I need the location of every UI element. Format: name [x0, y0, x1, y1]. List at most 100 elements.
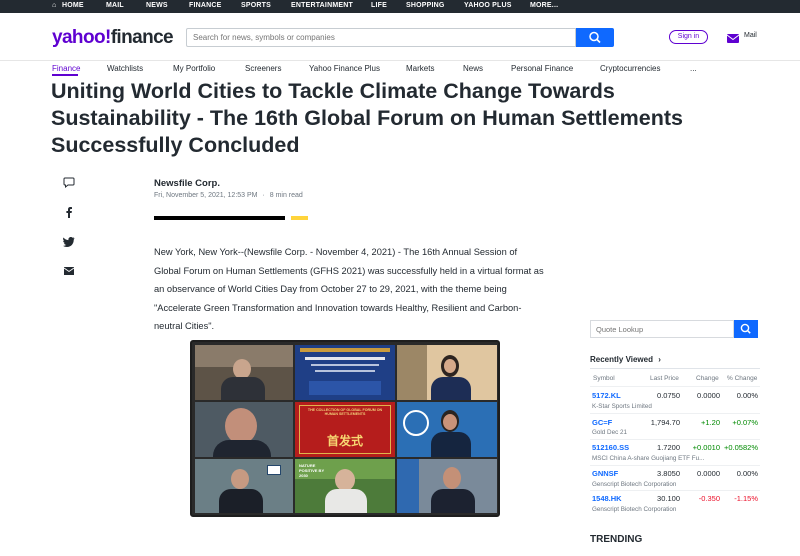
row-symbol[interactable]: 1548.HK [592, 494, 622, 503]
topbar-yahoo-plus[interactable]: YAHOO PLUS [464, 2, 512, 9]
ceremony-banner-text: THE COLLECTION OF GLOBAL FORUM ON HUMAN … [307, 408, 383, 416]
email-share-icon[interactable] [63, 266, 75, 276]
quote-lookup-button[interactable] [734, 320, 758, 338]
article-image: THE COLLECTION OF GLOBAL FORUM ON HUMAN … [190, 340, 500, 517]
mail-link[interactable]: Mail [744, 32, 757, 39]
row-symbol[interactable]: 5172.KL [592, 391, 621, 400]
nav-yahoo-finance-plus[interactable]: Yahoo Finance Plus [309, 64, 380, 73]
divider [590, 386, 760, 387]
quote-lookup-input[interactable] [590, 320, 734, 338]
divider [590, 368, 760, 369]
row-change: +0.0010 [692, 443, 720, 452]
trending-heading: TRENDING [590, 534, 643, 545]
nature-tile: NATURE POSITIVE BY 2030 [295, 459, 395, 513]
row-percent-change: +0.07% [732, 418, 758, 427]
recently-viewed-heading[interactable]: Recently Viewed › [590, 355, 661, 364]
row-company-name: Genscript Biotech Corporation [592, 506, 677, 513]
nav-watchlists[interactable]: Watchlists [107, 64, 143, 73]
site-header: yahoo!finance Sign in Mail [0, 13, 800, 61]
home-icon[interactable]: ⌂ [52, 2, 56, 9]
row-percent-change: 0.00% [736, 469, 758, 478]
topbar-life[interactable]: LIFE [371, 2, 387, 9]
nav-finance[interactable]: Finance [52, 64, 80, 73]
article-title: Uniting World Cities to Tackle Climate C… [51, 79, 683, 157]
divider [590, 465, 760, 466]
article-date: Fri, November 5, 2021, 12:53 PM [154, 192, 258, 199]
row-change: +1.20 [701, 418, 720, 427]
column-symbol: Symbol [593, 375, 615, 382]
nav-screeners[interactable]: Screeners [245, 64, 281, 73]
sign-in-button[interactable]: Sign in [669, 30, 708, 44]
row-symbol[interactable]: 512160.SS [592, 443, 629, 452]
participant-tile [397, 345, 497, 400]
nav-markets[interactable]: Markets [406, 64, 434, 73]
row-percent-change: +0.0582% [724, 443, 758, 452]
participant-tile [397, 402, 497, 457]
top-navigation-bar: ⌂ HOME MAIL NEWS FINANCE SPORTS ENTERTAI… [0, 0, 800, 13]
row-change: 0.0000 [697, 391, 720, 400]
topbar-entertainment[interactable]: ENTERTAINMENT [291, 2, 353, 9]
divider [590, 490, 760, 491]
nature-text: NATURE POSITIVE BY 2030 [299, 463, 325, 478]
recently-viewed-label: Recently Viewed [590, 355, 653, 364]
row-change: -0.350 [698, 494, 720, 503]
row-price: 1.7200 [657, 443, 680, 452]
article-body: New York, New York--(Newsfile Corp. - No… [154, 247, 544, 332]
search-input[interactable] [186, 28, 576, 47]
nav-personal-finance[interactable]: Personal Finance [511, 64, 573, 73]
topbar-home[interactable]: HOME [62, 2, 84, 9]
row-symbol[interactable]: GC=F [592, 418, 612, 427]
logo-yahoo-text: yahoo! [52, 27, 111, 48]
row-company-name: Gold Dec 21 [592, 429, 628, 436]
search-icon [740, 323, 751, 334]
row-price: 1,794.70 [650, 418, 680, 427]
ceremony-tile: THE COLLECTION OF GLOBAL FORUM ON HUMAN … [295, 402, 395, 457]
row-price: 3.8050 [657, 469, 680, 478]
nav-active-indicator [52, 74, 78, 76]
divider [590, 439, 760, 440]
nav-cryptocurrencies[interactable]: Cryptocurrencies [600, 64, 660, 73]
byline-divider [154, 216, 285, 220]
participant-tile [195, 345, 293, 400]
divider [590, 413, 760, 414]
row-percent-change: 0.00% [736, 391, 758, 400]
nav-more[interactable]: ... [690, 64, 697, 73]
row-price: 0.0750 [657, 391, 680, 400]
participant-tile [397, 459, 497, 513]
search-button[interactable] [576, 28, 614, 47]
facebook-icon[interactable] [63, 206, 75, 218]
row-company-name: K-Star Sports Limited [592, 403, 652, 410]
logo-finance-text: finance [110, 27, 174, 48]
search-icon [589, 31, 601, 44]
twitter-icon[interactable] [63, 236, 75, 247]
article-author[interactable]: Newsfile Corp. [154, 178, 220, 189]
topbar-mail[interactable]: MAIL [106, 2, 124, 9]
topbar-sports[interactable]: SPORTS [241, 2, 271, 9]
participant-tile [195, 459, 293, 513]
topbar-news[interactable]: NEWS [146, 2, 168, 9]
topbar-shopping[interactable]: SHOPPING [406, 2, 445, 9]
column-change: Change [696, 375, 719, 382]
participant-tile [195, 402, 293, 457]
row-percent-change: -1.15% [734, 494, 758, 503]
article-meta: Fri, November 5, 2021, 12:53 PM · 8 min … [154, 192, 303, 199]
mail-icon[interactable] [726, 31, 740, 44]
chevron-right-icon: › [658, 355, 661, 364]
column-last-price: Last Price [650, 375, 679, 382]
column-percent-change: % Change [727, 375, 758, 382]
row-symbol[interactable]: GNNSF [592, 469, 618, 478]
meta-separator: · [262, 192, 265, 199]
comment-icon[interactable] [63, 177, 75, 188]
ceremony-chinese-text: 首发式 [326, 434, 363, 448]
nav-my-portfolio[interactable]: My Portfolio [173, 64, 215, 73]
row-price: 30.100 [657, 494, 680, 503]
byline-accent [291, 216, 308, 220]
row-change: 0.0000 [697, 469, 720, 478]
yahoo-finance-logo[interactable]: yahoo!finance [52, 27, 174, 49]
forum-banner-tile [295, 345, 395, 400]
nav-news[interactable]: News [463, 64, 483, 73]
row-company-name: Genscript Biotech Corporation [592, 481, 677, 488]
read-time: 8 min read [269, 192, 303, 199]
topbar-more[interactable]: MORE... [530, 2, 558, 9]
topbar-finance[interactable]: FINANCE [189, 2, 222, 9]
